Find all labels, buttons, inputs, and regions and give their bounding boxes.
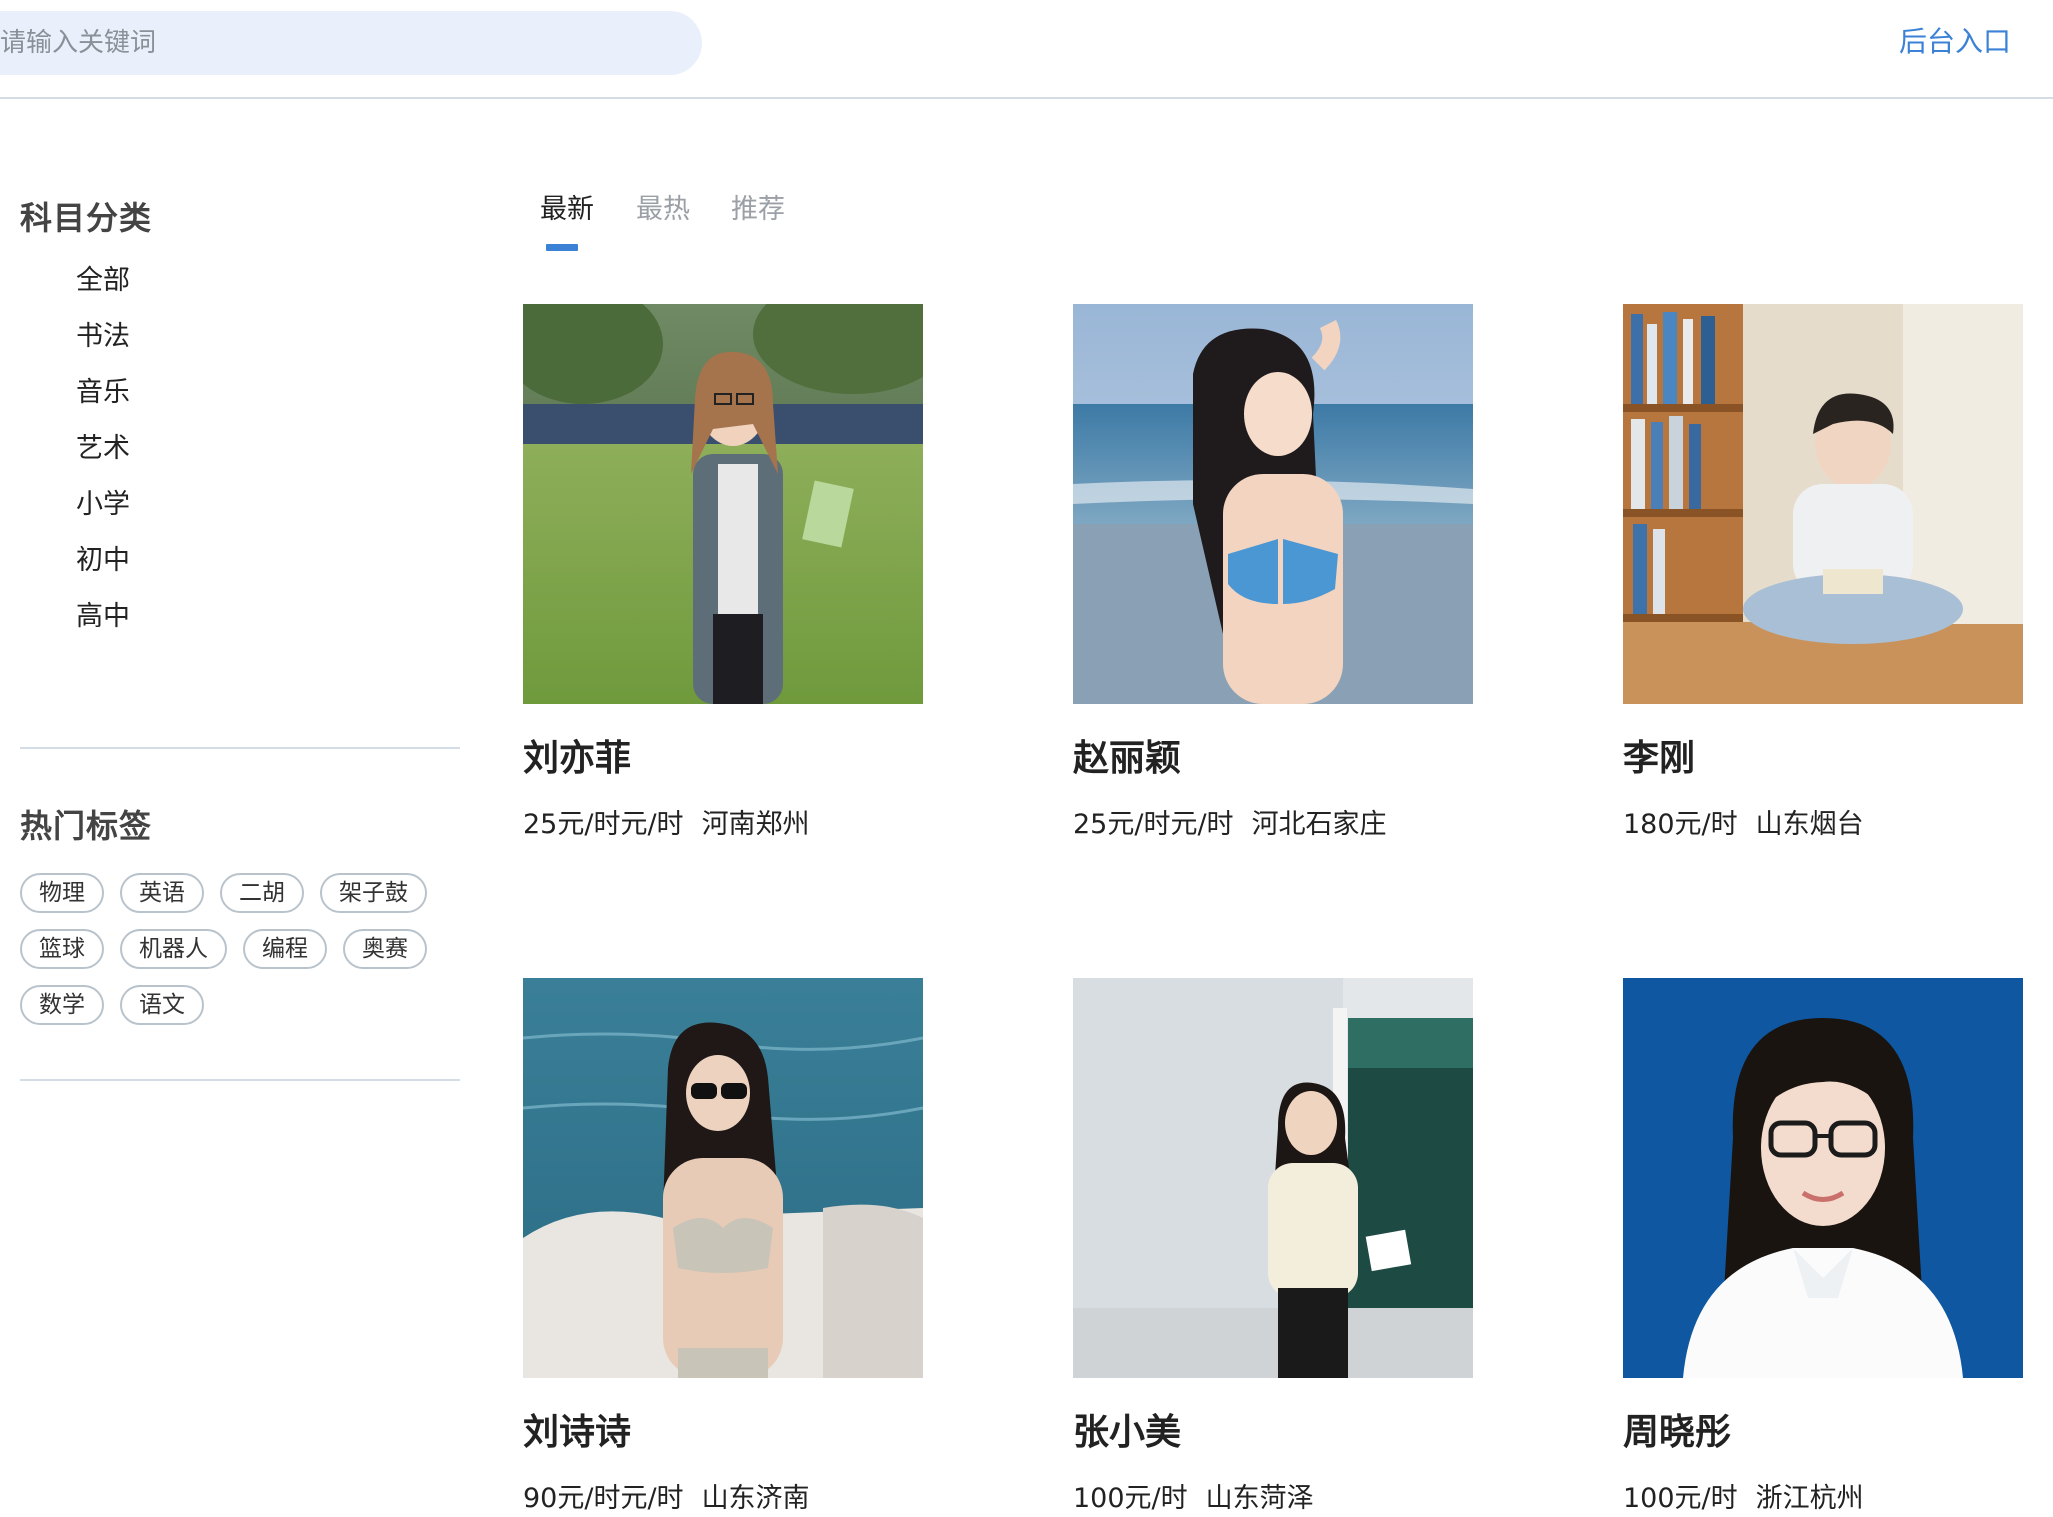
category-item-all[interactable]: 全部 [76, 261, 130, 317]
category-item-middle-school[interactable]: 初中 [76, 541, 130, 597]
teacher-photo [1073, 978, 1473, 1378]
category-item-music[interactable]: 音乐 [76, 373, 130, 429]
tag-basketball[interactable]: 篮球 [20, 929, 104, 969]
teacher-meta: 100元/时 浙江杭州 [1623, 1481, 2023, 1517]
tag-row: 数学 语文 [20, 985, 460, 1041]
tab-latest[interactable]: 最新 [540, 188, 594, 232]
sidebar-divider [20, 1079, 460, 1081]
teacher-meta: 180元/时 山东烟台 [1623, 807, 2023, 843]
categories-title: 科目分类 [20, 199, 153, 237]
tab-hottest[interactable]: 最热 [636, 188, 690, 232]
teacher-photo-image [523, 978, 923, 1378]
teacher-photo [523, 978, 923, 1378]
tag-row: 篮球 机器人 编程 奥赛 [20, 929, 460, 985]
category-item-calligraphy[interactable]: 书法 [76, 317, 130, 373]
tag-drum-kit[interactable]: 架子鼓 [320, 873, 427, 913]
tag-english[interactable]: 英语 [120, 873, 204, 913]
teacher-photo-image [1073, 304, 1473, 704]
teacher-price: 25元/时元/时 [1073, 809, 1234, 840]
admin-entry-link[interactable]: 后台入口 [1899, 20, 2011, 64]
tag-chinese[interactable]: 语文 [120, 985, 204, 1025]
teacher-photo-image [523, 304, 923, 704]
tag-erhu[interactable]: 二胡 [220, 873, 304, 913]
teacher-photo [523, 304, 923, 704]
teacher-name: 李刚 [1623, 738, 1696, 779]
teacher-price: 90元/时元/时 [523, 1483, 684, 1514]
teacher-meta: 90元/时元/时 山东济南 [523, 1481, 923, 1517]
active-tab-indicator [546, 244, 578, 251]
teacher-name: 刘诗诗 [523, 1412, 632, 1453]
hot-tags: 物理 英语 二胡 架子鼓 篮球 机器人 编程 奥赛 数学 语文 [20, 873, 460, 1041]
teacher-location: 山东菏泽 [1205, 1483, 1314, 1514]
category-item-art[interactable]: 艺术 [76, 429, 130, 485]
teacher-card[interactable]: 刘诗诗 90元/时元/时 山东济南 [523, 978, 923, 1517]
teacher-photo-image [1073, 978, 1473, 1378]
teacher-card[interactable]: 周晓彤 100元/时 浙江杭州 [1623, 978, 2023, 1517]
teacher-name: 张小美 [1073, 1412, 1182, 1453]
teacher-meta: 25元/时元/时 河南郑州 [523, 807, 923, 843]
sidebar-divider [20, 747, 460, 749]
tag-robotics[interactable]: 机器人 [120, 929, 227, 969]
teacher-card[interactable]: 刘亦菲 25元/时元/时 河南郑州 [523, 304, 923, 843]
tag-olympiad[interactable]: 奥赛 [343, 929, 427, 969]
category-item-high-school[interactable]: 高中 [76, 597, 130, 653]
teacher-price: 180元/时 [1623, 809, 1738, 840]
teacher-card[interactable]: 张小美 100元/时 山东菏泽 [1073, 978, 1473, 1517]
teacher-meta: 25元/时元/时 河北石家庄 [1073, 807, 1473, 843]
teacher-card[interactable]: 赵丽颖 25元/时元/时 河北石家庄 [1073, 304, 1473, 843]
category-list: 全部 书法 音乐 艺术 小学 初中 高中 [76, 261, 130, 653]
teacher-name: 周晓彤 [1623, 1412, 1732, 1453]
teacher-price: 100元/时 [1073, 1483, 1188, 1514]
teacher-location: 浙江杭州 [1755, 1483, 1864, 1514]
teacher-meta: 100元/时 山东菏泽 [1073, 1481, 1473, 1517]
teacher-location: 山东烟台 [1755, 809, 1864, 840]
teacher-location: 河南郑州 [701, 809, 810, 840]
tag-row: 物理 英语 二胡 架子鼓 [20, 873, 460, 929]
tag-physics[interactable]: 物理 [20, 873, 104, 913]
tag-math[interactable]: 数学 [20, 985, 104, 1025]
teacher-card[interactable]: 李刚 180元/时 山东烟台 [1623, 304, 2023, 843]
search-input[interactable] [0, 11, 702, 75]
tab-recommended[interactable]: 推荐 [731, 188, 785, 232]
teacher-location: 山东济南 [701, 1483, 810, 1514]
top-header: 后台入口 [0, 0, 2053, 99]
teacher-price: 100元/时 [1623, 1483, 1738, 1514]
category-item-primary-school[interactable]: 小学 [76, 485, 130, 541]
teacher-name: 刘亦菲 [523, 738, 632, 779]
teacher-photo [1623, 978, 2023, 1378]
tag-programming[interactable]: 编程 [243, 929, 327, 969]
teacher-location: 河北石家庄 [1251, 809, 1387, 840]
teacher-photo [1073, 304, 1473, 704]
hot-tags-title: 热门标签 [20, 807, 153, 845]
teacher-photo [1623, 304, 2023, 704]
teacher-photo-image [1623, 978, 2023, 1378]
teacher-photo-image [1623, 304, 2023, 704]
teacher-price: 25元/时元/时 [523, 809, 684, 840]
teacher-name: 赵丽颖 [1073, 738, 1182, 779]
